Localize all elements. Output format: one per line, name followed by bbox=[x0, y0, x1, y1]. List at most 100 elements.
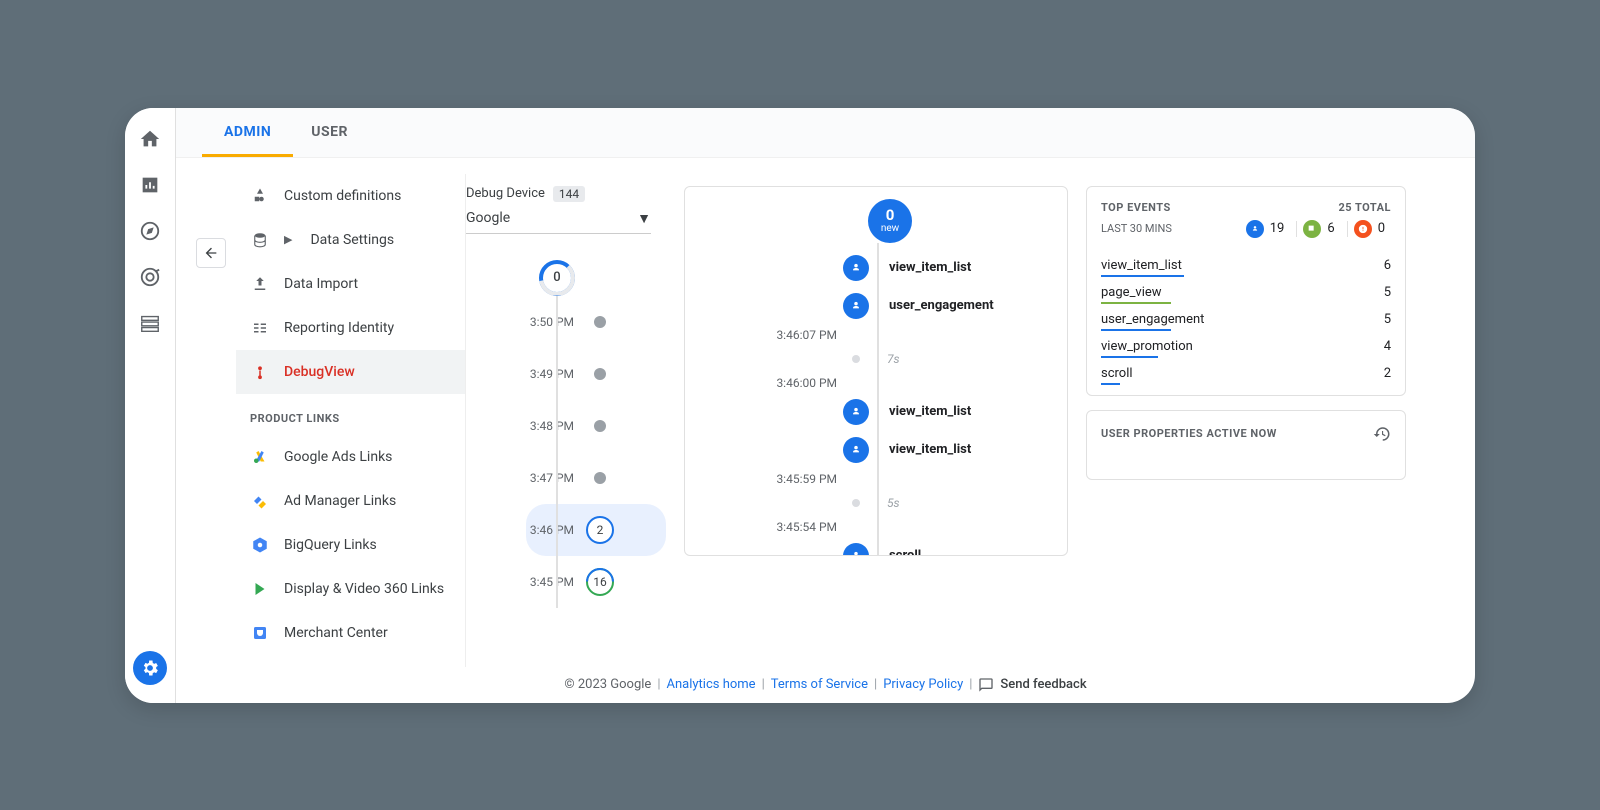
top-event-row[interactable]: user_engagement5 bbox=[1087, 304, 1405, 331]
upload-icon bbox=[251, 275, 269, 293]
sidebar-item-reporting-identity[interactable]: Reporting Identity bbox=[236, 306, 465, 350]
sidebar-item-dv360[interactable]: Display & Video 360 Links bbox=[236, 567, 465, 611]
event-stream-panel: 0 new view_item_list user_engagement 3:46:… bbox=[684, 186, 1068, 556]
event-type-chips: 1960 bbox=[1246, 220, 1391, 238]
sidebar-item-label: Data Settings bbox=[310, 232, 394, 248]
event-row: 7s bbox=[685, 345, 1067, 373]
sidebar-item-data-settings[interactable]: ▶ Data Settings bbox=[236, 218, 465, 262]
shapes-icon bbox=[251, 187, 269, 205]
sidebar-item-merchant-center[interactable]: Merchant Center bbox=[236, 611, 465, 655]
event-node-icon bbox=[843, 293, 869, 319]
main-column: ADMIN USER Custom definitions ▶ Data Set… bbox=[176, 108, 1475, 703]
tab-user[interactable]: USER bbox=[309, 108, 350, 158]
settings-sidebar: Custom definitions ▶ Data Settings Data … bbox=[176, 158, 466, 667]
event-row[interactable]: view_item_list bbox=[685, 249, 1067, 287]
top-event-row[interactable]: view_item_list6 bbox=[1087, 250, 1405, 277]
sidebar-item-debugview[interactable]: DebugView bbox=[236, 350, 465, 394]
home-icon[interactable] bbox=[139, 128, 161, 150]
reports-icon[interactable] bbox=[139, 174, 161, 196]
debug-device-count: 144 bbox=[553, 186, 585, 202]
event-name: view_item_list bbox=[889, 404, 971, 419]
configure-icon[interactable] bbox=[139, 312, 161, 334]
top-event-row[interactable]: page_view5 bbox=[1087, 277, 1405, 304]
minute-label: 3:50 PM bbox=[526, 315, 574, 329]
sidebar-item-label: BigQuery Links bbox=[284, 537, 377, 553]
minute-label: 3:48 PM bbox=[526, 419, 574, 433]
top-events-total: 25 TOTAL bbox=[1338, 201, 1391, 214]
event-node-icon bbox=[843, 543, 869, 556]
debug-device-select[interactable]: Google ▼ bbox=[466, 206, 651, 234]
collapse-sidebar-button[interactable] bbox=[196, 238, 226, 268]
advertising-icon[interactable] bbox=[139, 266, 161, 288]
body-row: Custom definitions ▶ Data Settings Data … bbox=[176, 158, 1475, 667]
event-node-icon bbox=[843, 399, 869, 425]
minute-row[interactable]: 3:45 PM16 bbox=[526, 556, 666, 608]
sidebar-item-custom-definitions[interactable]: Custom definitions bbox=[236, 174, 465, 218]
sidebar-item-bigquery[interactable]: BigQuery Links bbox=[236, 523, 465, 567]
minute-current-ring: 0 bbox=[539, 260, 575, 296]
admin-gear-button[interactable] bbox=[133, 651, 167, 685]
minute-row[interactable]: 3:50 PM bbox=[526, 296, 666, 348]
event-timestamp: 3:46:07 PM bbox=[685, 328, 855, 342]
event-row[interactable]: view_item_list bbox=[685, 393, 1067, 431]
right-column: TOP EVENTS 25 TOTAL LAST 30 MINS 1960 vi… bbox=[1086, 186, 1406, 667]
event-row: 3:45:59 PM bbox=[685, 469, 1067, 489]
event-row[interactable]: scroll bbox=[685, 537, 1067, 556]
minute-count: 2 bbox=[586, 516, 614, 544]
chevron-right-icon: ▶ bbox=[284, 233, 292, 246]
minute-label: 3:46 PM bbox=[526, 523, 574, 537]
sidebar-item-label: Data Import bbox=[284, 276, 358, 292]
debug-icon bbox=[251, 363, 269, 381]
footer-link-analytics-home[interactable]: Analytics home bbox=[667, 677, 756, 692]
minute-row[interactable]: 3:46 PM 2 bbox=[526, 504, 666, 556]
top-event-row[interactable]: view_promotion4 bbox=[1087, 331, 1405, 358]
top-event-row[interactable]: scroll2 bbox=[1087, 358, 1405, 385]
event-name: view_item_list bbox=[889, 260, 971, 275]
top-event-count: 4 bbox=[1384, 339, 1391, 354]
top-event-count: 5 bbox=[1384, 312, 1391, 327]
google-ads-icon bbox=[251, 448, 269, 466]
event-row: 3:46:00 PM bbox=[685, 373, 1067, 393]
footer-link-privacy[interactable]: Privacy Policy bbox=[883, 677, 963, 692]
arrow-left-icon bbox=[203, 245, 219, 261]
user-properties-panel: USER PROPERTIES ACTIVE NOW bbox=[1086, 410, 1406, 480]
minute-dot bbox=[594, 472, 606, 484]
minute-row[interactable]: 3:47 PM bbox=[526, 452, 666, 504]
sidebar-item-data-import[interactable]: Data Import bbox=[236, 262, 465, 306]
event-type-chip-icon bbox=[1246, 220, 1264, 238]
event-list: view_item_list user_engagement 3:46:07 PM 7… bbox=[685, 249, 1067, 556]
user-properties-title: USER PROPERTIES ACTIVE NOW bbox=[1101, 427, 1277, 440]
sidebar-item-label: Reporting Identity bbox=[284, 320, 394, 336]
minute-row[interactable]: 3:48 PM bbox=[526, 400, 666, 452]
event-type-chip-count: 19 bbox=[1270, 221, 1285, 236]
new-events-badge: 0 new bbox=[868, 199, 912, 243]
sidebar-item-google-ads[interactable]: Google Ads Links bbox=[236, 435, 465, 479]
footer-send-feedback[interactable]: Send feedback bbox=[1000, 677, 1086, 692]
content-area: Debug Device 144 Google ▼ 0 3:50 PM3:49 … bbox=[466, 158, 1475, 667]
sidebar-item-label: DebugView bbox=[284, 364, 355, 380]
event-node-icon bbox=[843, 437, 869, 463]
top-event-bar bbox=[1101, 383, 1120, 385]
event-name: user_engagement bbox=[889, 298, 994, 313]
explore-icon[interactable] bbox=[139, 220, 161, 242]
sidebar-list: Custom definitions ▶ Data Settings Data … bbox=[236, 174, 466, 667]
sidebar-section-header: PRODUCT LINKS bbox=[236, 394, 465, 435]
event-row[interactable]: user_engagement bbox=[685, 287, 1067, 325]
minute-dot bbox=[594, 316, 606, 328]
event-row[interactable]: view_item_list bbox=[685, 431, 1067, 469]
ad-manager-icon bbox=[251, 492, 269, 510]
sidebar-item-ad-manager[interactable]: Ad Manager Links bbox=[236, 479, 465, 523]
sidebar-item-label: Google Ads Links bbox=[284, 449, 392, 465]
top-event-count: 6 bbox=[1384, 258, 1391, 273]
dv360-icon bbox=[251, 580, 269, 598]
minute-timeline-line bbox=[556, 280, 558, 608]
history-icon[interactable] bbox=[1373, 425, 1391, 443]
event-gap: 7s bbox=[887, 352, 900, 366]
feedback-icon bbox=[978, 677, 994, 693]
sidebar-item-label: Merchant Center bbox=[284, 625, 388, 641]
minute-row[interactable]: 3:49 PM bbox=[526, 348, 666, 400]
footer-link-tos[interactable]: Terms of Service bbox=[771, 677, 868, 692]
event-name: view_item_list bbox=[889, 442, 971, 457]
event-node-icon bbox=[843, 255, 869, 281]
tab-admin[interactable]: ADMIN bbox=[222, 108, 273, 158]
